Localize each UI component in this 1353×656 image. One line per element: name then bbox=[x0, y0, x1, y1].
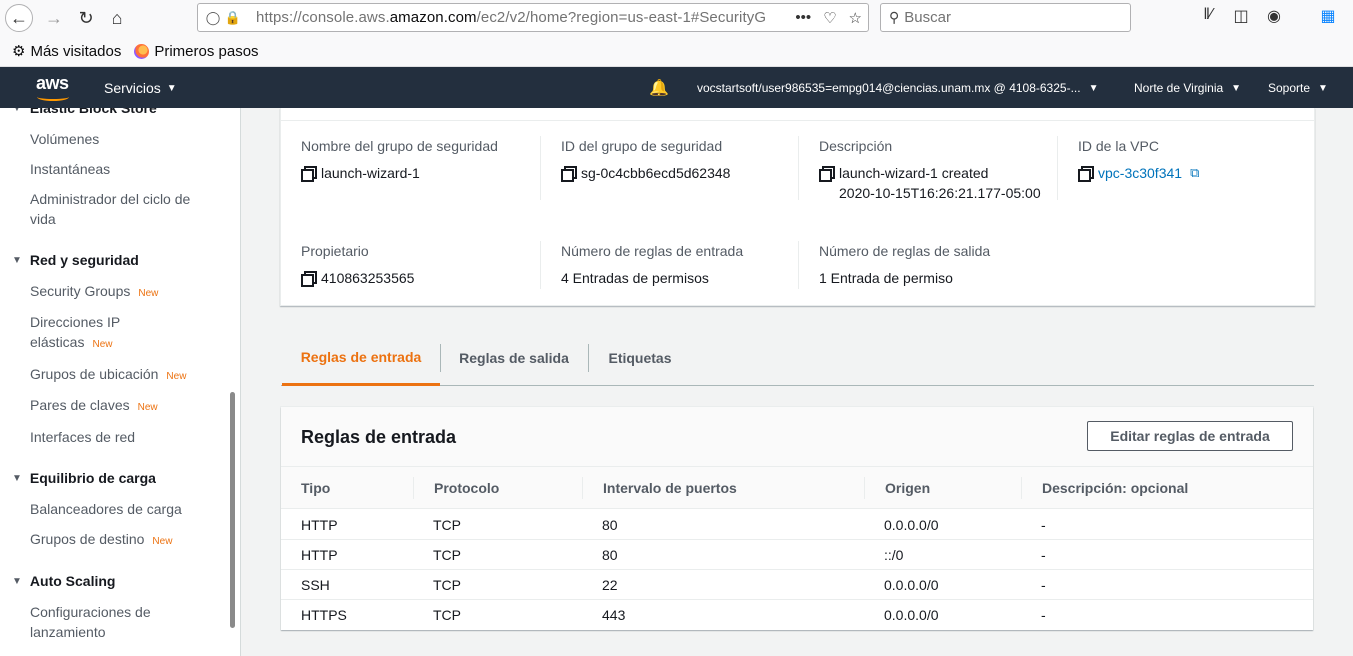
security-group-details-card: Nombre del grupo de seguridad launch-wiz… bbox=[280, 108, 1315, 306]
bookmark-getting-started[interactable]: Primeros pasos bbox=[134, 43, 259, 60]
firefox-icon bbox=[134, 43, 150, 59]
column-header-type[interactable]: Tipo bbox=[301, 480, 330, 496]
table-row[interactable]: HTTP TCP 80 ::/0 - bbox=[281, 540, 1313, 570]
field-inbound-count: Número de reglas de entrada 4 Entradas d… bbox=[561, 243, 744, 286]
sidebar-item-snapshots[interactable]: Instantáneas bbox=[30, 159, 110, 179]
collapse-triangle-icon: ▼ bbox=[12, 472, 22, 484]
sidebar-item-lifecycle-manager[interactable]: Administrador del ciclo de vida bbox=[30, 189, 190, 229]
field-description: Descripción launch-wizard-1 created 2020-… bbox=[819, 138, 1041, 201]
panel-title: Reglas de entrada bbox=[301, 427, 457, 447]
sidebar-item-load-balancers[interactable]: Balanceadores de carga bbox=[30, 499, 182, 519]
account-icon[interactable]: ◉ bbox=[1264, 6, 1284, 26]
region-menu[interactable]: Norte de Virginia ▼ bbox=[1134, 81, 1241, 95]
bookmark-most-visited[interactable]: ⚙ Más visitados bbox=[12, 42, 121, 61]
details-tabs: Reglas de entrada Reglas de salida Etiqu… bbox=[281, 330, 1314, 386]
account-menu[interactable]: vocstartsoft/user986535=empg014@ciencias… bbox=[697, 81, 1098, 95]
new-badge: New bbox=[137, 402, 158, 413]
external-link-icon[interactable]: ⧉ bbox=[1190, 163, 1199, 183]
new-badge: New bbox=[92, 339, 113, 350]
sidebar-item-target-groups[interactable]: Grupos de destino New bbox=[30, 529, 172, 552]
inbound-rules-panel: Reglas de entrada Editar reglas de entra… bbox=[281, 407, 1313, 630]
copy-icon[interactable] bbox=[561, 166, 577, 182]
bookmark-star-icon[interactable]: ☆ bbox=[849, 9, 862, 27]
collapse-triangle-icon: ▼ bbox=[12, 108, 22, 114]
services-menu[interactable]: Servicios ▼ bbox=[104, 80, 177, 96]
column-header-description[interactable]: Descripción: opcional bbox=[1042, 480, 1188, 496]
copy-icon[interactable] bbox=[301, 271, 317, 287]
copy-icon[interactable] bbox=[1078, 166, 1094, 182]
new-badge: New bbox=[166, 371, 187, 382]
bell-icon[interactable]: 🔔 bbox=[649, 78, 669, 98]
table-row[interactable]: HTTPS TCP 443 0.0.0.0/0 - bbox=[281, 600, 1313, 630]
bookmarks-bar: ⚙ Más visitados Primeros pasos bbox=[0, 36, 1353, 67]
url-bar[interactable]: ◯ 🔒 https://console.aws.amazon.com/ec2/v… bbox=[197, 3, 869, 32]
sidebar-section-ebs[interactable]: ▼ Elastic Block Store bbox=[12, 108, 157, 116]
forward-arrow-icon[interactable]: → bbox=[40, 4, 68, 32]
support-menu[interactable]: Soporte ▼ bbox=[1268, 81, 1328, 95]
reload-icon[interactable]: ↻ bbox=[72, 4, 100, 32]
library-icon[interactable]: ‖⁄ bbox=[1198, 6, 1218, 26]
sidebar-section-auto-scaling[interactable]: ▼ Auto Scaling bbox=[12, 573, 115, 589]
sidebar-section-load-balancing[interactable]: ▼ Equilibrio de carga bbox=[12, 470, 156, 486]
sidebar-item-security-groups[interactable]: Security Groups New bbox=[30, 281, 158, 304]
collapse-triangle-icon: ▼ bbox=[12, 575, 22, 587]
edit-inbound-rules-button[interactable]: Editar reglas de entrada bbox=[1087, 421, 1293, 451]
collapse-triangle-icon: ▼ bbox=[12, 254, 22, 266]
caret-down-icon: ▼ bbox=[1231, 82, 1242, 94]
copy-icon[interactable] bbox=[819, 166, 835, 182]
home-icon[interactable]: ⌂ bbox=[103, 4, 131, 32]
sidebar-item-elastic-ips[interactable]: Direcciones IP elásticas New bbox=[30, 312, 120, 355]
vpc-link[interactable]: vpc-3c30f341 bbox=[1098, 163, 1182, 183]
copy-icon[interactable] bbox=[301, 166, 317, 182]
aws-logo[interactable]: aws bbox=[36, 73, 72, 101]
browser-search-input[interactable] bbox=[904, 9, 1115, 26]
ec2-sidebar: ▼ Elastic Block Store Volúmenes Instantá… bbox=[0, 108, 241, 656]
table-row[interactable]: SSH TCP 22 0.0.0.0/0 - bbox=[281, 570, 1313, 600]
sidebar-toggle-icon[interactable]: ◫ bbox=[1231, 6, 1251, 26]
new-badge: New bbox=[138, 288, 159, 299]
table-header: Tipo Protocolo Intervalo de puertos Orig… bbox=[281, 467, 1313, 509]
gear-icon: ⚙ bbox=[12, 43, 26, 60]
new-badge: New bbox=[152, 536, 173, 547]
tab-inbound-rules[interactable]: Reglas de entrada bbox=[282, 330, 440, 386]
sidebar-item-network-interfaces[interactable]: Interfaces de red bbox=[30, 427, 135, 447]
sidebar-scrollbar[interactable] bbox=[230, 392, 235, 628]
field-group-id: ID del grupo de seguridad sg-0c4cbb6ecd5… bbox=[561, 138, 731, 182]
caret-down-icon: ▼ bbox=[1088, 82, 1099, 94]
sidebar-item-volumes[interactable]: Volúmenes bbox=[30, 129, 99, 149]
aws-console-navbar: aws Servicios ▼ 🔔 vocstartsoft/user98653… bbox=[0, 67, 1353, 108]
caret-down-icon: ▼ bbox=[166, 82, 177, 94]
field-owner: Propietario 410863253565 bbox=[301, 243, 415, 287]
field-vpc-id: ID de la VPC vpc-3c30f341 ⧉ bbox=[1078, 138, 1200, 183]
column-header-source[interactable]: Origen bbox=[885, 480, 930, 496]
pocket-icon[interactable]: ♡ bbox=[823, 9, 836, 27]
tab-outbound-rules[interactable]: Reglas de salida bbox=[441, 330, 587, 385]
back-arrow-icon[interactable]: ← bbox=[5, 4, 33, 32]
browser-search-box[interactable]: ⚲ bbox=[880, 3, 1131, 32]
field-outbound-count: Número de reglas de salida 1 Entrada de … bbox=[819, 243, 991, 286]
browser-toolbar: ← → ↻ ⌂ ◯ 🔒 https://console.aws.amazon.c… bbox=[0, 0, 1353, 36]
sidebar-section-network-security[interactable]: ▼ Red y seguridad bbox=[12, 252, 139, 268]
lock-icon[interactable]: 🔒 bbox=[224, 10, 242, 26]
sidebar-item-key-pairs[interactable]: Pares de claves New bbox=[30, 395, 158, 418]
caret-down-icon: ▼ bbox=[1318, 82, 1328, 94]
table-row[interactable]: HTTP TCP 80 0.0.0.0/0 - bbox=[281, 510, 1313, 540]
url-text[interactable]: https://console.aws.amazon.com/ec2/v2/ho… bbox=[256, 9, 776, 26]
sidebar-item-launch-configurations[interactable]: Configuraciones de lanzamiento bbox=[30, 602, 151, 642]
field-group-name: Nombre del grupo de seguridad launch-wiz… bbox=[301, 138, 498, 182]
sidebar-item-placement-groups[interactable]: Grupos de ubicación New bbox=[30, 364, 186, 387]
search-icon: ⚲ bbox=[889, 9, 900, 25]
column-header-protocol[interactable]: Protocolo bbox=[434, 480, 499, 496]
page-actions-icon[interactable]: ••• bbox=[795, 9, 811, 27]
shield-icon[interactable]: ◯ bbox=[204, 10, 222, 26]
extensions-icon[interactable]: ▦ bbox=[1318, 6, 1338, 26]
column-header-port-range[interactable]: Intervalo de puertos bbox=[603, 480, 737, 496]
tab-tags[interactable]: Etiquetas bbox=[589, 330, 691, 385]
